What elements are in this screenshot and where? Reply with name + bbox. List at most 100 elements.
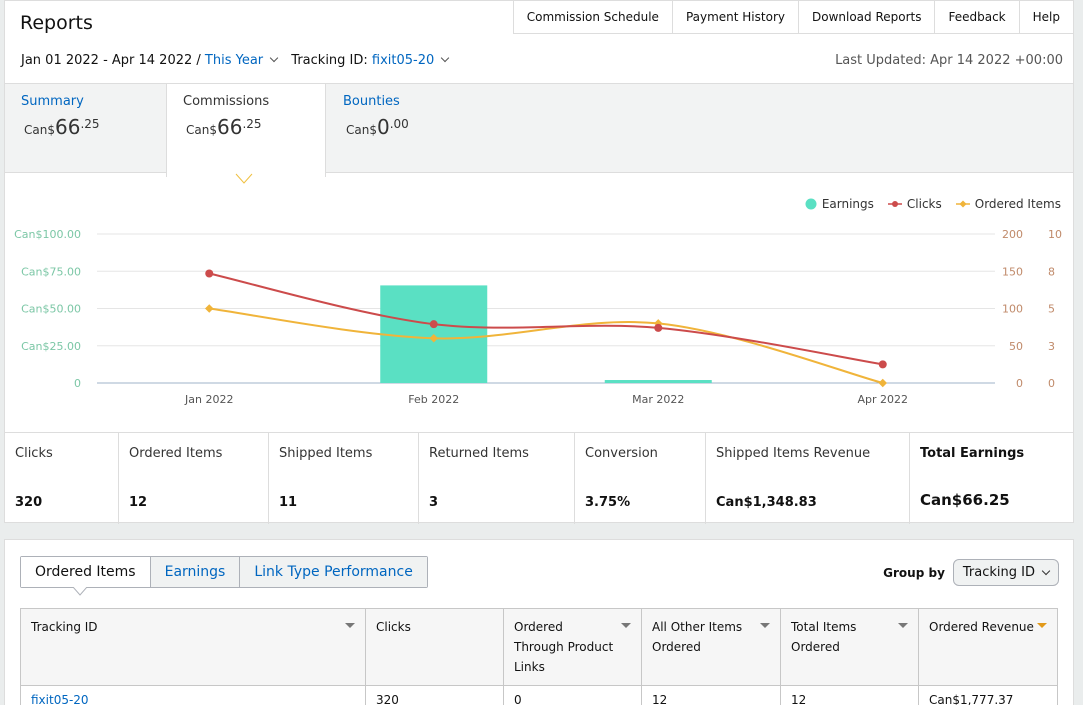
top-nav: Commission Schedule Payment History Down…	[512, 1, 1073, 34]
stat-value: 3.75%	[585, 495, 631, 510]
stat-shipped-items-revenue: Shipped Items Revenue Can$1,348.83	[706, 433, 910, 524]
reports-page: Reports Commission Schedule Payment Hist…	[0, 0, 1083, 705]
commission-schedule-link[interactable]: Commission Schedule	[512, 1, 672, 34]
stat-label: Ordered Items	[129, 446, 223, 461]
col-other-items[interactable]: All Other Items Ordered	[641, 608, 781, 686]
col-clicks[interactable]: Clicks	[365, 608, 504, 686]
tab-link-type-performance[interactable]: Link Type Performance	[239, 557, 427, 587]
y-right2-tick-label: 3	[1048, 340, 1055, 353]
y-right2-tick-label: 5	[1048, 303, 1055, 316]
tab-ordered-items[interactable]: Ordered Items	[21, 557, 150, 587]
col-tracking-id[interactable]: Tracking ID	[20, 608, 366, 686]
y-right-tick-label: 200	[1002, 228, 1023, 241]
sort-icon[interactable]	[345, 623, 355, 628]
cell-clicks: 320	[365, 685, 504, 705]
earnings-chart: Can$100.00 200 10 Can$75.00 150 8 Can$50.00 100…	[14, 228, 1062, 406]
date-filter-row: Jan 01 2022 - Apr 14 2022 / This Year Tr…	[21, 53, 452, 68]
tab-bounties-value: Can$0.00	[346, 115, 409, 139]
ordered-items-point	[878, 378, 887, 388]
payment-history-link[interactable]: Payment History	[671, 1, 798, 34]
stat-shipped-items: Shipped Items 11	[269, 433, 419, 524]
group-by: Group by Tracking ID	[883, 559, 1059, 586]
x-tick-label: Jan 2022	[184, 393, 233, 406]
help-link[interactable]: Help	[1018, 1, 1073, 34]
stat-ordered-items: Ordered Items 12	[119, 433, 269, 524]
tab-summary-value: Can$66.25	[24, 115, 100, 139]
download-reports-link[interactable]: Download Reports	[797, 1, 935, 34]
y-tick-label: 0	[74, 377, 81, 390]
group-by-label: Group by	[883, 565, 945, 580]
y-right-tick-label: 0	[1016, 377, 1023, 390]
tab-summary-label: Summary	[21, 94, 84, 109]
group-by-select[interactable]: Tracking ID	[952, 559, 1059, 586]
ordered-items-table: Tracking ID Clicks Ordered Through Produ…	[20, 608, 1058, 705]
y-right2-tick-label: 0	[1048, 377, 1055, 390]
tab-earnings[interactable]: Earnings	[149, 557, 240, 587]
y-right-tick-label: 50	[1009, 340, 1023, 353]
active-tab-caret	[73, 587, 87, 596]
stats-bar: Clicks 320 Ordered Items 12 Shipped Items 11 R…	[5, 432, 1073, 524]
stat-value: Can$66.25	[920, 491, 1010, 509]
stat-label: Total Earnings	[920, 446, 1025, 461]
stat-conversion: Conversion 3.75%	[575, 433, 706, 524]
chevron-down-icon[interactable]	[269, 53, 279, 63]
stat-label: Returned Items	[429, 446, 529, 461]
stat-value: 3	[429, 495, 439, 510]
col-ordered-through-links[interactable]: Ordered Through Product Links	[503, 608, 642, 686]
tab-commissions[interactable]: Commissions Can$66.25	[166, 84, 326, 177]
last-updated: Last Updated: Apr 14 2022 +00:00	[835, 53, 1063, 68]
page-title: Reports	[20, 12, 93, 34]
summary-tabs: Summary Can$66.25 Commissions Can$66.25 …	[5, 83, 1073, 177]
feedback-link[interactable]: Feedback	[934, 1, 1019, 34]
stat-label: Clicks	[15, 446, 53, 461]
col-ordered-revenue[interactable]: Ordered Revenue	[918, 608, 1058, 686]
tab-summary[interactable]: Summary Can$66.25	[5, 84, 116, 174]
cell-ordered-revenue: Can$1,777.37	[918, 685, 1058, 705]
date-range: Jan 01 2022 - Apr 14 2022 /	[21, 53, 201, 68]
col-total-items[interactable]: Total Items Ordered	[780, 608, 919, 686]
sort-icon[interactable]	[898, 623, 908, 628]
y-right2-tick-label: 8	[1048, 265, 1055, 278]
earnings-bar	[604, 380, 712, 383]
stat-total-earnings: Total Earnings Can$66.25	[910, 433, 1073, 524]
cell-ordered-through-links: 0	[503, 685, 642, 705]
date-preset-dropdown[interactable]: This Year	[205, 53, 263, 68]
reports-panel: Reports Commission Schedule Payment Hist…	[4, 0, 1074, 524]
stat-clicks: Clicks 320	[5, 433, 119, 524]
sort-icon[interactable]	[1037, 623, 1047, 628]
table-header-row: Tracking ID Clicks Ordered Through Produ…	[20, 608, 1058, 686]
report-tabs: Ordered Items Earnings Link Type Perform…	[20, 556, 428, 588]
clicks-point	[878, 360, 887, 369]
sort-icon[interactable]	[760, 623, 770, 628]
y-right-tick-label: 100	[1002, 303, 1023, 316]
y-tick-label: Can$50.00	[21, 303, 81, 316]
tab-bounties[interactable]: Bounties Can$0.00	[327, 84, 425, 174]
stat-returned-items: Returned Items 3	[419, 433, 575, 524]
table-row: fixit05-20 320 0 12 12 Can$1,777.37	[20, 685, 1058, 705]
tracking-id-dropdown[interactable]: fixit05-20	[372, 53, 434, 68]
chevron-down-icon	[1041, 566, 1051, 576]
y-tick-label: Can$75.00	[21, 265, 81, 278]
y-right-tick-label: 150	[1002, 265, 1023, 278]
y-tick-label: Can$25.00	[21, 340, 81, 353]
tracking-label: Tracking ID:	[291, 53, 368, 68]
y-tick-label: Can$100.00	[14, 228, 81, 241]
cell-other-items: 12	[641, 685, 781, 705]
x-tick-label: Feb 2022	[408, 393, 459, 406]
y-right2-tick-label: 10	[1048, 228, 1062, 241]
tab-commissions-value: Can$66.25	[186, 115, 262, 139]
stat-label: Shipped Items	[279, 446, 373, 461]
x-tick-label: Apr 2022	[857, 393, 908, 406]
sort-icon[interactable]	[621, 623, 631, 628]
tab-bounties-label: Bounties	[343, 94, 400, 109]
x-tick-label: Mar 2022	[632, 393, 684, 406]
stat-label: Shipped Items Revenue	[716, 446, 871, 461]
cell-tracking-id[interactable]: fixit05-20	[20, 685, 366, 705]
clicks-point	[654, 323, 663, 332]
chevron-down-icon[interactable]	[441, 53, 450, 63]
cell-total-items: 12	[780, 685, 919, 705]
orders-panel: Ordered Items Earnings Link Type Perform…	[4, 539, 1074, 705]
stat-value: 320	[15, 495, 43, 510]
clicks-point	[429, 320, 438, 329]
stat-label: Conversion	[585, 446, 658, 461]
